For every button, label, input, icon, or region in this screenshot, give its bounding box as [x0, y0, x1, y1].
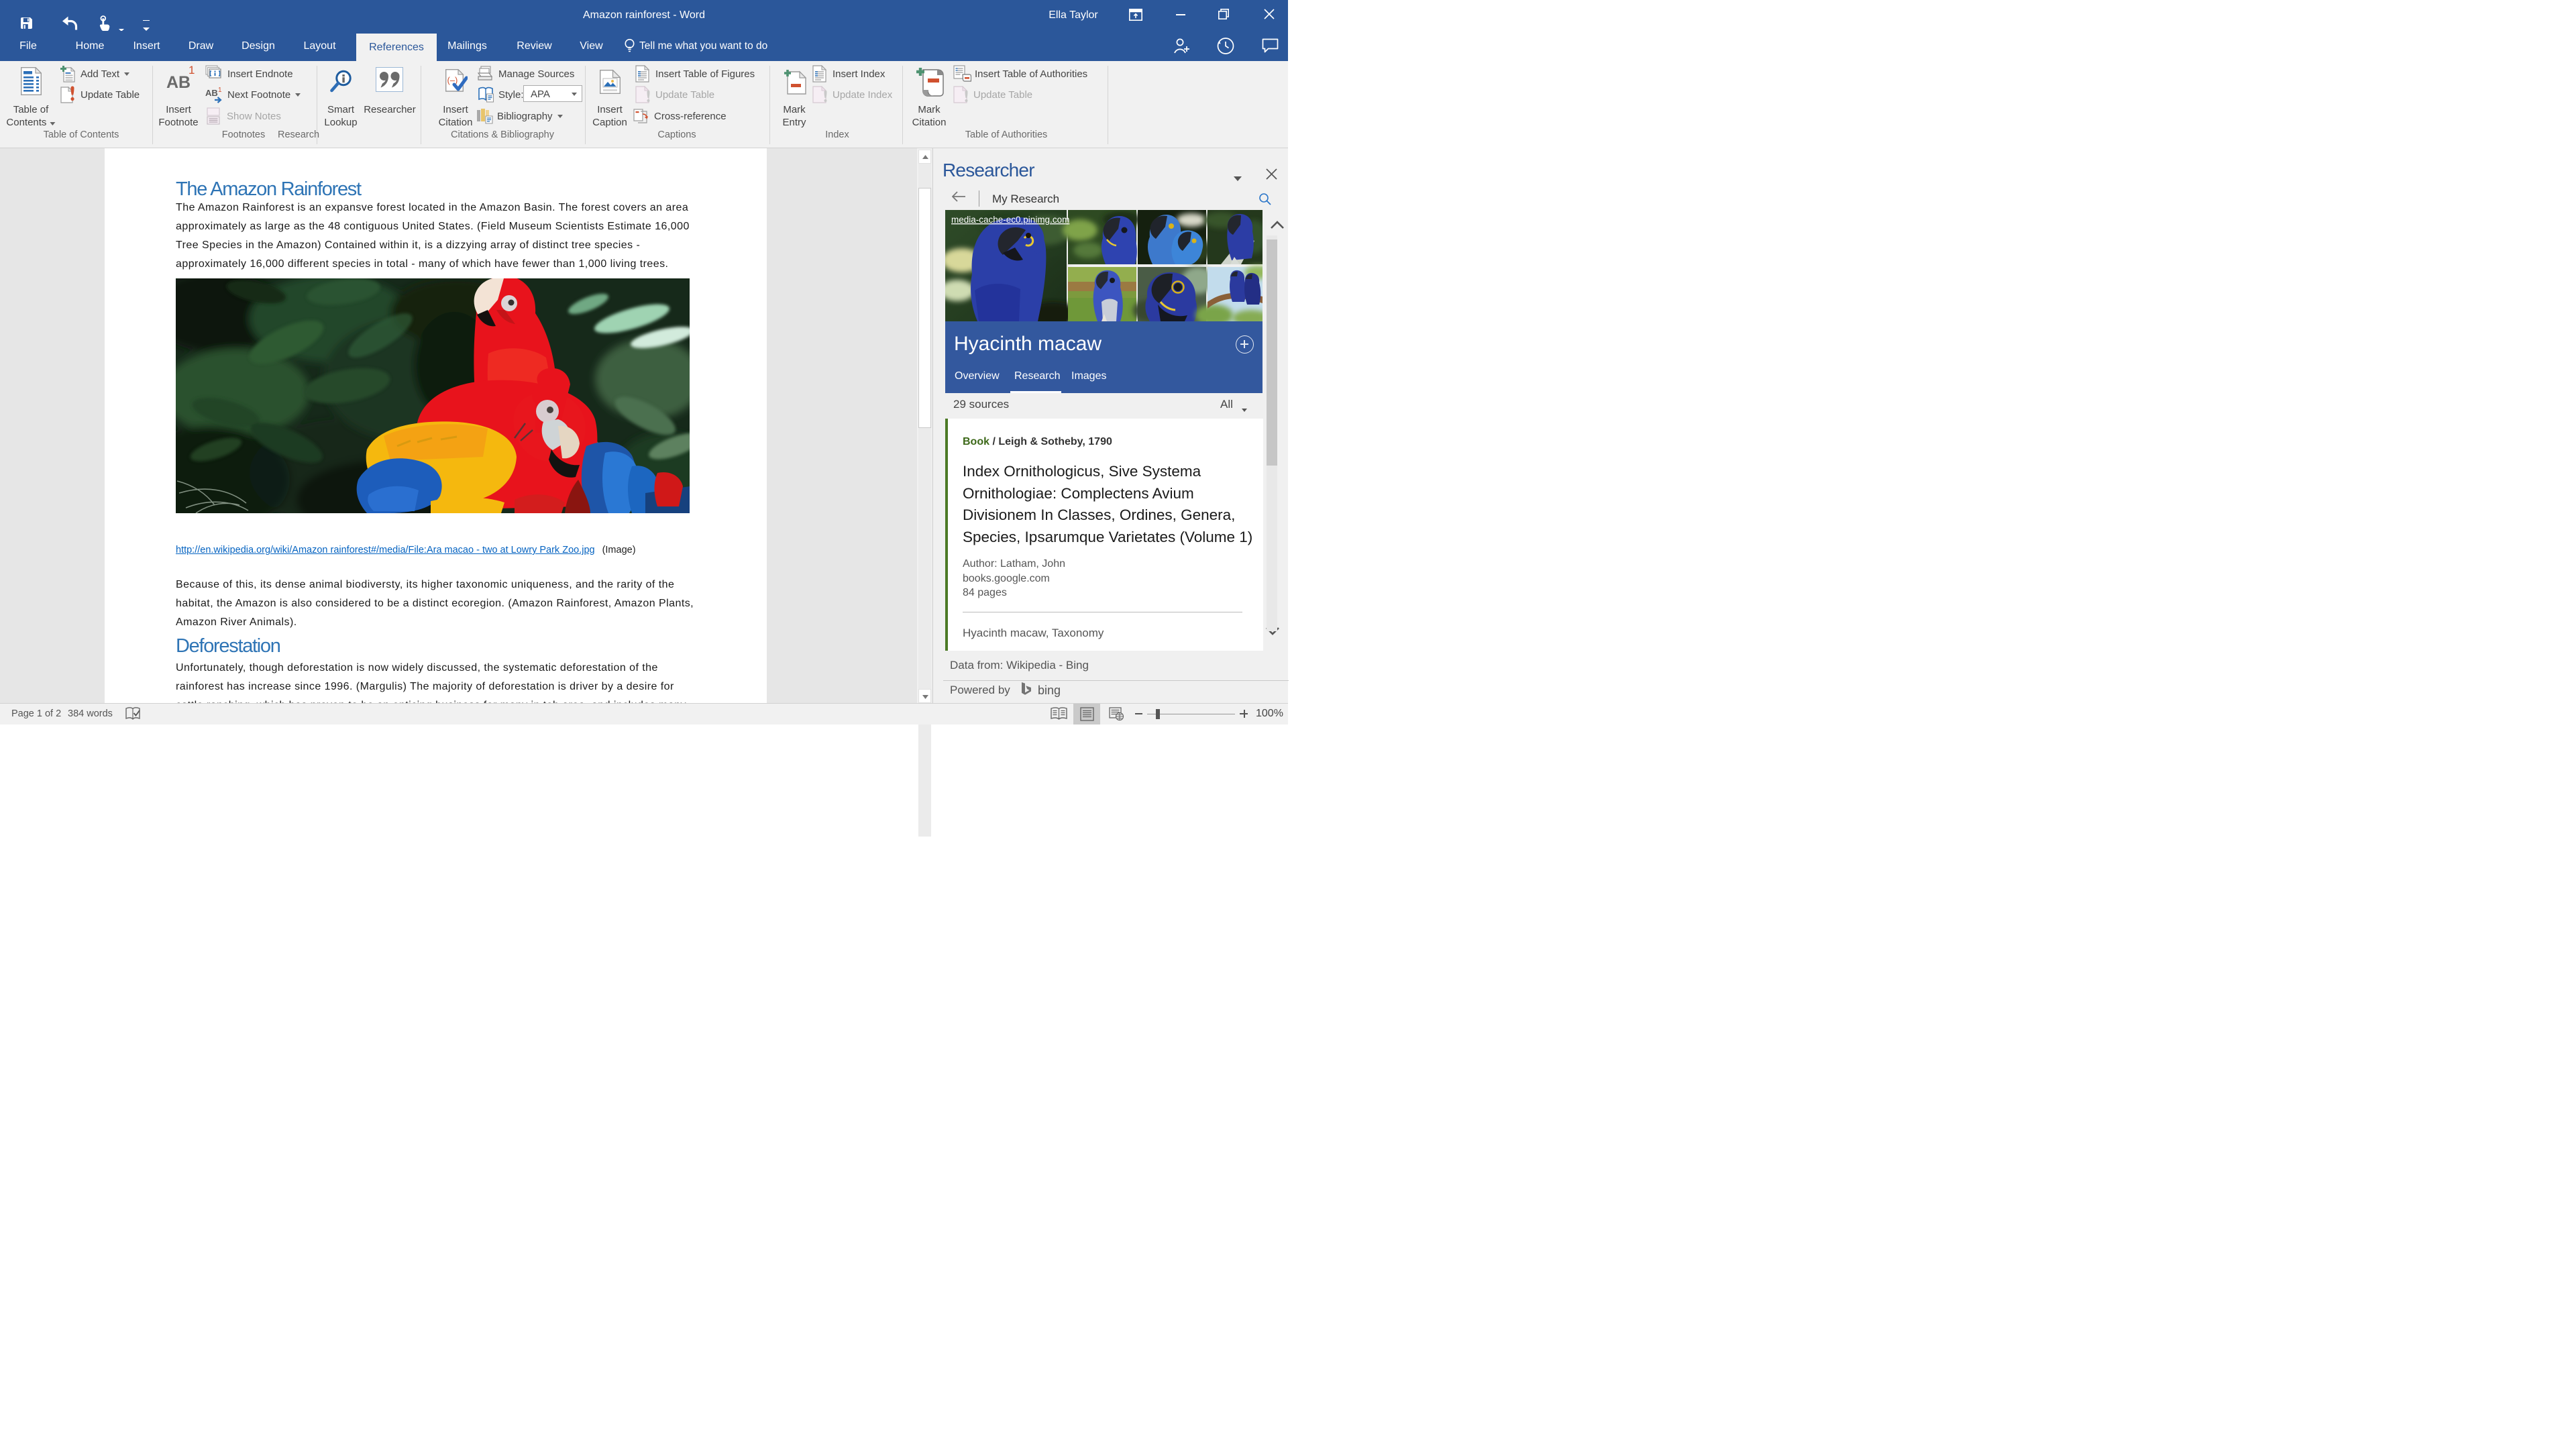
svg-text:AB: AB [205, 88, 218, 98]
svg-text:media-cache-ec0.pinimg.com: media-cache-ec0.pinimg.com [951, 215, 1069, 225]
svg-text:(–): (–) [447, 75, 458, 85]
svg-text:1: 1 [218, 87, 222, 94]
